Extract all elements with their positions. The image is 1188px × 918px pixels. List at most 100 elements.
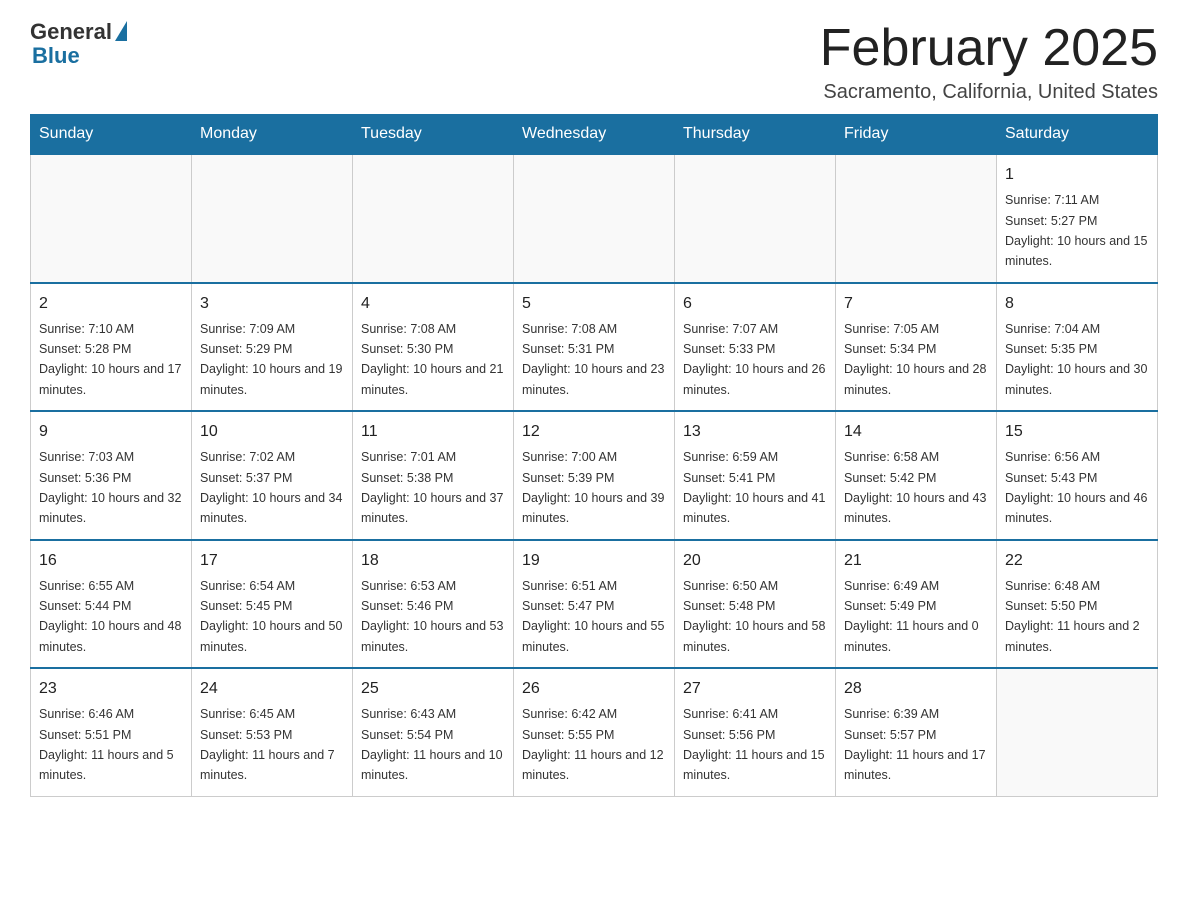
page-header: General Blue February 2025 Sacramento, C… (30, 20, 1158, 104)
calendar-title: February 2025 (820, 20, 1158, 77)
calendar-day-cell: 13Sunrise: 6:59 AMSunset: 5:41 PMDayligh… (675, 411, 836, 540)
calendar-body: 1Sunrise: 7:11 AMSunset: 5:27 PMDaylight… (31, 154, 1158, 796)
calendar-day-cell: 18 Sunrise: 6:53 AMSunset: 5:46 PMDayligh… (353, 540, 514, 669)
day-info: Sunrise: 6:59 AMSunset: 5:41 PMDaylight:… (683, 450, 825, 525)
day-info: Sunrise: 7:07 AMSunset: 5:33 PMDaylight:… (683, 322, 825, 397)
calendar-day-cell: 5Sunrise: 7:08 AMSunset: 5:31 PMDaylight… (514, 283, 675, 412)
day-number: 12 (522, 420, 666, 444)
day-info: Sunrise: 7:04 AMSunset: 5:35 PMDaylight:… (1005, 322, 1147, 397)
day-number: 25 (361, 677, 505, 701)
day-info: Sunrise: 6:56 AMSunset: 5:43 PMDaylight:… (1005, 450, 1147, 525)
day-info: Sunrise: 6:58 AMSunset: 5:42 PMDaylight:… (844, 450, 986, 525)
day-info: Sunrise: 7:01 AMSunset: 5:38 PMDaylight:… (361, 450, 503, 525)
day-info: Sunrise: 6:53 AMSunset: 5:46 PMDaylight:… (361, 579, 503, 654)
calendar-week-row: 1Sunrise: 7:11 AMSunset: 5:27 PMDaylight… (31, 154, 1158, 283)
day-of-week-header: Tuesday (353, 115, 514, 155)
calendar-day-cell: 27 Sunrise: 6:41 AMSunset: 5:56 PMDayligh… (675, 668, 836, 796)
calendar-day-cell: 4Sunrise: 7:08 AMSunset: 5:30 PMDaylight… (353, 283, 514, 412)
day-info: Sunrise: 6:49 AMSunset: 5:49 PMDaylight:… (844, 579, 979, 654)
day-number: 8 (1005, 292, 1149, 316)
calendar-day-cell: 21 Sunrise: 6:49 AMSunset: 5:49 PMDayligh… (836, 540, 997, 669)
day-info: Sunrise: 7:08 AMSunset: 5:31 PMDaylight:… (522, 322, 664, 397)
calendar-day-cell: 19 Sunrise: 6:51 AMSunset: 5:47 PMDayligh… (514, 540, 675, 669)
day-number: 24 (200, 677, 344, 701)
day-number: 2 (39, 292, 183, 316)
day-number: 11 (361, 420, 505, 444)
day-info: Sunrise: 6:55 AMSunset: 5:44 PMDaylight:… (39, 579, 181, 654)
calendar-day-cell: 23 Sunrise: 6:46 AMSunset: 5:51 PMDayligh… (31, 668, 192, 796)
logo-general-text: General (30, 20, 112, 44)
day-number: 18 (361, 549, 505, 573)
calendar-day-cell: 12 Sunrise: 7:00 AMSunset: 5:39 PMDayligh… (514, 411, 675, 540)
calendar-day-cell: 1Sunrise: 7:11 AMSunset: 5:27 PMDaylight… (997, 154, 1158, 283)
calendar-day-cell: 3 Sunrise: 7:09 AMSunset: 5:29 PMDaylight… (192, 283, 353, 412)
calendar-day-cell: 22 Sunrise: 6:48 AMSunset: 5:50 PMDayligh… (997, 540, 1158, 669)
day-info: Sunrise: 6:54 AMSunset: 5:45 PMDaylight:… (200, 579, 342, 654)
logo-blue-text: Blue (32, 44, 80, 68)
day-of-week-header: Thursday (675, 115, 836, 155)
day-info: Sunrise: 7:02 AMSunset: 5:37 PMDaylight:… (200, 450, 342, 525)
calendar-day-cell: 28 Sunrise: 6:39 AMSunset: 5:57 PMDayligh… (836, 668, 997, 796)
day-info: Sunrise: 6:45 AMSunset: 5:53 PMDaylight:… (200, 707, 335, 782)
day-number: 27 (683, 677, 827, 701)
day-of-week-header: Friday (836, 115, 997, 155)
day-info: Sunrise: 7:08 AMSunset: 5:30 PMDaylight:… (361, 322, 503, 397)
calendar-header: SundayMondayTuesdayWednesdayThursdayFrid… (31, 115, 1158, 155)
day-of-week-header: Monday (192, 115, 353, 155)
day-info: Sunrise: 6:46 AMSunset: 5:51 PMDaylight:… (39, 707, 174, 782)
day-number: 26 (522, 677, 666, 701)
day-info: Sunrise: 7:09 AMSunset: 5:29 PMDaylight:… (200, 322, 342, 397)
calendar-day-cell: 8 Sunrise: 7:04 AMSunset: 5:35 PMDaylight… (997, 283, 1158, 412)
days-of-week-row: SundayMondayTuesdayWednesdayThursdayFrid… (31, 115, 1158, 155)
calendar-day-cell (31, 154, 192, 283)
day-number: 15 (1005, 420, 1149, 444)
day-info: Sunrise: 6:51 AMSunset: 5:47 PMDaylight:… (522, 579, 664, 654)
calendar-day-cell: 16Sunrise: 6:55 AMSunset: 5:44 PMDayligh… (31, 540, 192, 669)
calendar-table: SundayMondayTuesdayWednesdayThursdayFrid… (30, 114, 1158, 797)
calendar-week-row: 2 Sunrise: 7:10 AMSunset: 5:28 PMDaylight… (31, 283, 1158, 412)
calendar-day-cell: 25 Sunrise: 6:43 AMSunset: 5:54 PMDayligh… (353, 668, 514, 796)
calendar-day-cell: 6 Sunrise: 7:07 AMSunset: 5:33 PMDaylight… (675, 283, 836, 412)
calendar-day-cell (675, 154, 836, 283)
logo-triangle-icon (115, 21, 127, 41)
calendar-subtitle: Sacramento, California, United States (820, 81, 1158, 104)
calendar-day-cell (997, 668, 1158, 796)
day-number: 28 (844, 677, 988, 701)
day-number: 14 (844, 420, 988, 444)
calendar-day-cell: 15 Sunrise: 6:56 AMSunset: 5:43 PMDayligh… (997, 411, 1158, 540)
calendar-day-cell: 2 Sunrise: 7:10 AMSunset: 5:28 PMDaylight… (31, 283, 192, 412)
day-info: Sunrise: 7:00 AMSunset: 5:39 PMDaylight:… (522, 450, 664, 525)
day-number: 22 (1005, 549, 1149, 573)
day-of-week-header: Saturday (997, 115, 1158, 155)
calendar-day-cell: 24 Sunrise: 6:45 AMSunset: 5:53 PMDayligh… (192, 668, 353, 796)
calendar-day-cell: 14 Sunrise: 6:58 AMSunset: 5:42 PMDayligh… (836, 411, 997, 540)
calendar-day-cell: 9Sunrise: 7:03 AMSunset: 5:36 PMDaylight… (31, 411, 192, 540)
day-info: Sunrise: 6:41 AMSunset: 5:56 PMDaylight:… (683, 707, 825, 782)
calendar-day-cell: 17 Sunrise: 6:54 AMSunset: 5:45 PMDayligh… (192, 540, 353, 669)
day-info: Sunrise: 6:43 AMSunset: 5:54 PMDaylight:… (361, 707, 503, 782)
day-info: Sunrise: 6:39 AMSunset: 5:57 PMDaylight:… (844, 707, 986, 782)
title-block: February 2025 Sacramento, California, Un… (820, 20, 1158, 104)
day-of-week-header: Wednesday (514, 115, 675, 155)
day-number: 19 (522, 549, 666, 573)
day-info: Sunrise: 6:48 AMSunset: 5:50 PMDaylight:… (1005, 579, 1140, 654)
day-number: 3 (200, 292, 344, 316)
calendar-day-cell (353, 154, 514, 283)
calendar-day-cell: 10Sunrise: 7:02 AMSunset: 5:37 PMDayligh… (192, 411, 353, 540)
day-number: 6 (683, 292, 827, 316)
day-info: Sunrise: 7:10 AMSunset: 5:28 PMDaylight:… (39, 322, 181, 397)
day-info: Sunrise: 7:03 AMSunset: 5:36 PMDaylight:… (39, 450, 181, 525)
day-info: Sunrise: 6:50 AMSunset: 5:48 PMDaylight:… (683, 579, 825, 654)
day-number: 20 (683, 549, 827, 573)
logo: General Blue (30, 20, 127, 68)
day-number: 21 (844, 549, 988, 573)
calendar-week-row: 9Sunrise: 7:03 AMSunset: 5:36 PMDaylight… (31, 411, 1158, 540)
day-info: Sunrise: 7:05 AMSunset: 5:34 PMDaylight:… (844, 322, 986, 397)
calendar-day-cell: 26Sunrise: 6:42 AMSunset: 5:55 PMDayligh… (514, 668, 675, 796)
day-info: Sunrise: 7:11 AMSunset: 5:27 PMDaylight:… (1005, 193, 1147, 268)
day-number: 23 (39, 677, 183, 701)
calendar-day-cell: 11 Sunrise: 7:01 AMSunset: 5:38 PMDayligh… (353, 411, 514, 540)
day-number: 17 (200, 549, 344, 573)
calendar-day-cell (192, 154, 353, 283)
calendar-week-row: 23 Sunrise: 6:46 AMSunset: 5:51 PMDayligh… (31, 668, 1158, 796)
